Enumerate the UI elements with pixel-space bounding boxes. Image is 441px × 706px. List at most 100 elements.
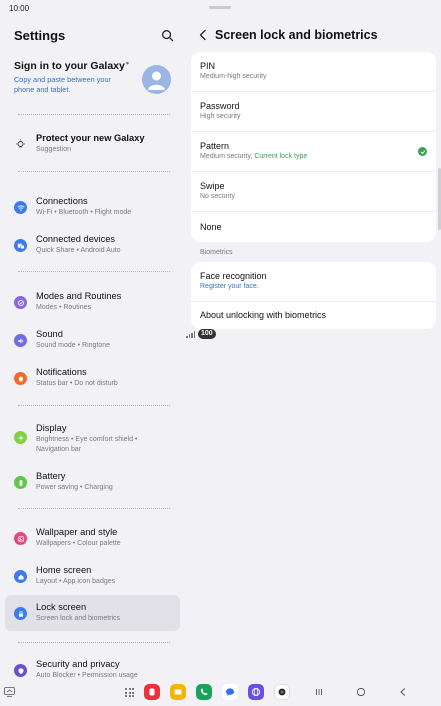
- dock-app-internet[interactable]: [248, 684, 264, 700]
- sidebar-item-protect[interactable]: Protect your new Galaxy Suggestion: [5, 126, 180, 162]
- account-title: Sign in to your Galaxy: [14, 60, 125, 72]
- option-sub: Medium-high security: [200, 73, 267, 80]
- sidebar-item-label: Protect your new Galaxy: [36, 133, 145, 143]
- option-sub: Register your face.: [200, 283, 259, 290]
- sidebar-item-sub: Status bar • Do not disturb: [36, 380, 118, 387]
- about-biometrics-item[interactable]: About unlocking with biometrics: [191, 302, 436, 329]
- option-label: None: [200, 222, 222, 232]
- detail-pane: Screen lock and biometrics PIN Medium-hi…: [186, 18, 441, 680]
- sidebar-item-display[interactable]: Display Brightness • Eye comfort shield …: [5, 416, 180, 460]
- sidebar-item-connections[interactable]: Connections Wi-Fi • Bluetooth • Flight m…: [5, 189, 180, 225]
- sidebar-item-sub: Modes • Routines: [36, 304, 91, 311]
- dock-app-phone[interactable]: [196, 684, 212, 700]
- sidebar-item-connected-devices[interactable]: Connected devices Quick Share • Android …: [5, 227, 180, 263]
- person-icon: [148, 71, 165, 90]
- option-label: Swipe: [200, 181, 225, 191]
- lightbulb-icon: [14, 138, 27, 151]
- sidebar-item-home[interactable]: Home screen Layout • App icon badges: [5, 558, 180, 594]
- sidebar-item-label: Lock screen: [36, 602, 87, 612]
- battery-icon: [14, 476, 27, 489]
- sidebar-item-security[interactable]: Security and privacy Auto Blocker • Perm…: [5, 652, 180, 680]
- phone-icon: [200, 688, 208, 696]
- camera-icon: [278, 688, 286, 696]
- option-label: Pattern: [200, 141, 230, 151]
- sidebar-item-sub: Quick Share • Android Auto: [36, 247, 121, 254]
- wifi-icon: [14, 201, 27, 214]
- account-subtitle: Copy and paste between your phone and ta…: [14, 75, 111, 94]
- lock-option-pattern[interactable]: Pattern Medium security, Current lock ty…: [191, 132, 436, 172]
- sidebar-item-sub: Sound mode • Ringtone: [36, 342, 111, 349]
- biometrics-card: Face recognition Register your face. Abo…: [191, 262, 436, 329]
- sidebar-item-sub: Suggestion: [36, 146, 72, 153]
- sidebar-item-sub: Auto Blocker • Permission usage: [36, 672, 138, 679]
- palette-icon: [14, 532, 27, 545]
- status-bar: 10:00 100: [0, 0, 441, 339]
- back-icon[interactable]: [198, 29, 208, 41]
- home-button-icon[interactable]: [356, 687, 366, 697]
- sidebar-item-sub: Wi-Fi • Bluetooth • Flight mode: [36, 209, 132, 216]
- sidebar-item-notifications[interactable]: Notifications Status bar • Do not distur…: [5, 360, 180, 396]
- page-title: Screen lock and biometrics: [215, 28, 378, 42]
- settings-pane: Settings Sign in to your Galaxy • Copy an…: [0, 18, 186, 680]
- app-icon: [149, 688, 155, 696]
- divider: [18, 171, 170, 172]
- lock-option-none[interactable]: None: [191, 212, 436, 242]
- sidebar-item-label: Home screen: [36, 565, 92, 575]
- face-recognition-item[interactable]: Face recognition Register your face.: [191, 262, 436, 302]
- lock-option-swipe[interactable]: Swipe No security: [191, 172, 436, 212]
- sidebar-item-sub: Brightness • Eye comfort shield • Naviga…: [36, 436, 138, 453]
- settings-title: Settings: [14, 28, 66, 43]
- devices-icon: [14, 239, 27, 252]
- lock-option-password[interactable]: Password High security: [191, 92, 436, 132]
- dock-app-red[interactable]: [144, 684, 160, 700]
- sidebar-item-label: Sound: [36, 329, 63, 339]
- dock-app-camera[interactable]: [274, 684, 290, 700]
- sidebar-item-label: Security and privacy: [36, 659, 120, 669]
- option-sub: High security: [200, 113, 241, 120]
- message-icon: [226, 688, 234, 696]
- folder-icon: [174, 689, 182, 695]
- sidebar-item-label: Modes and Routines: [36, 291, 122, 301]
- sidebar-item-sub: Wallpapers • Colour palette: [36, 540, 121, 547]
- sidebar-item-sub: Power saving • Charging: [36, 484, 113, 491]
- check-icon: [418, 147, 427, 156]
- option-sub: Medium security,: [200, 153, 253, 160]
- apps-grid-icon[interactable]: [125, 688, 134, 697]
- speaker-icon: [14, 334, 27, 347]
- current-lock-type-label: Current lock type: [254, 153, 308, 160]
- search-icon[interactable]: [161, 29, 174, 42]
- dock-app-yellow[interactable]: [170, 684, 186, 700]
- sidebar-item-sub: Screen lock and biometrics: [36, 615, 121, 622]
- biometrics-section-label: Biometrics: [200, 249, 233, 256]
- globe-icon: [252, 688, 260, 696]
- sidebar-item-sound[interactable]: Sound Sound mode • Ringtone: [5, 322, 180, 358]
- sidebar-item-lock-screen[interactable]: Lock screen Screen lock and biometrics: [5, 595, 180, 631]
- divider: [18, 405, 170, 406]
- recents-icon[interactable]: [314, 687, 324, 697]
- sidebar-item-modes[interactable]: Modes and Routines Modes • Routines: [5, 284, 180, 320]
- option-label: About unlocking with biometrics: [200, 310, 327, 320]
- divider: [18, 508, 170, 509]
- sidebar-item-label: Wallpaper and style: [36, 527, 118, 537]
- shield-icon: [14, 664, 27, 677]
- sidebar-item-wallpaper[interactable]: Wallpaper and style Wallpapers • Colour …: [5, 520, 180, 556]
- lock-option-pin[interactable]: PIN Medium-high security: [191, 52, 436, 92]
- sidebar-item-label: Display: [36, 423, 67, 433]
- divider: [18, 642, 170, 643]
- sidebar-item-label: Connected devices: [36, 234, 116, 244]
- sun-icon: [14, 431, 27, 444]
- lock-icon: [14, 607, 27, 620]
- option-label: Face recognition: [200, 271, 267, 281]
- option-label: PIN: [200, 61, 216, 71]
- back-button-icon[interactable]: [398, 687, 408, 697]
- sidebar-item-sub: Layout • App icon badges: [36, 578, 116, 585]
- sidebar-item-label: Notifications: [36, 367, 87, 377]
- status-time: 10:00: [9, 4, 30, 13]
- sidebar-item-battery[interactable]: Battery Power saving • Charging: [5, 464, 180, 500]
- divider: [18, 271, 170, 272]
- keyboard-icon[interactable]: [4, 687, 15, 697]
- new-dot-icon: •: [125, 58, 130, 68]
- avatar[interactable]: [142, 65, 171, 94]
- sidebar-item-label: Battery: [36, 471, 66, 481]
- dock-app-messages[interactable]: [222, 684, 238, 700]
